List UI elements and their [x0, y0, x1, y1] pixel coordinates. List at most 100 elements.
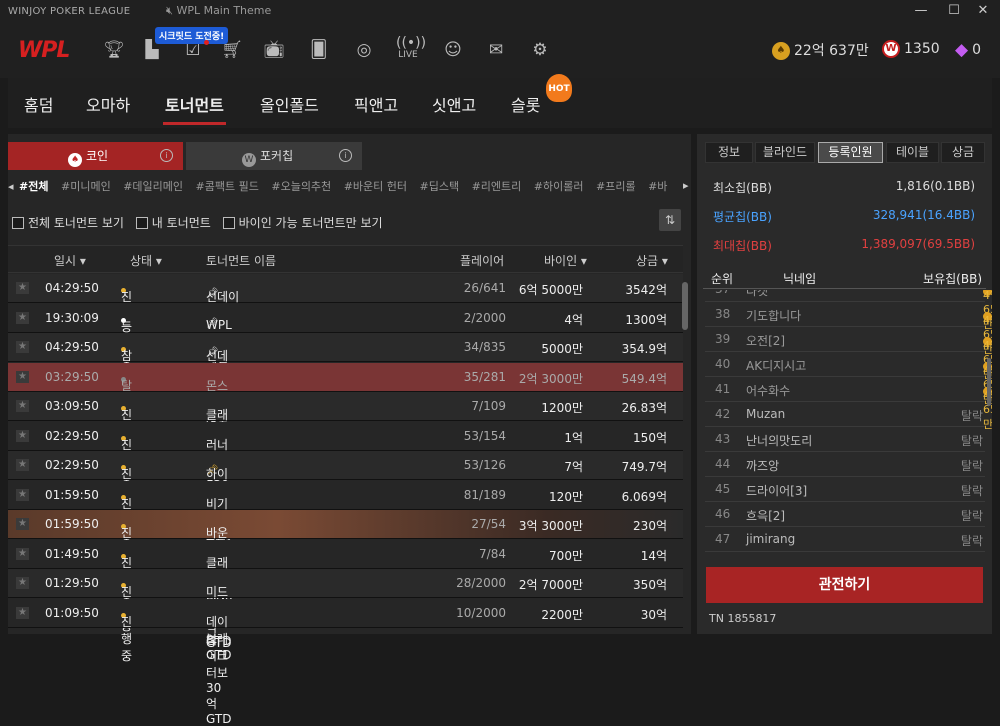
- mail-icon[interactable]: ✉: [484, 38, 508, 62]
- favorite-star-icon[interactable]: ★: [16, 459, 29, 471]
- checkbox-icon[interactable]: [135, 217, 148, 229]
- tv-icon[interactable]: 📺︎: [262, 38, 286, 62]
- player-row[interactable]: 38기도합니다4억 652만: [705, 302, 992, 356]
- favorite-star-icon[interactable]: ★: [16, 429, 29, 442]
- player-row[interactable]: 46 흐윽[2] 탈락: [705, 502, 985, 527]
- filter-tag[interactable]: #딥스택: [420, 180, 460, 193]
- media-status[interactable]: 🔇︎ WPL Main Theme: [166, 4, 271, 18]
- tab-tables[interactable]: 테이블: [886, 142, 939, 163]
- col-status[interactable]: 상태 ▾: [130, 252, 162, 269]
- col-time[interactable]: 일시 ▾: [54, 252, 86, 269]
- check-all-tournaments[interactable]: 전체 토너먼트 보기: [12, 216, 124, 230]
- tab-registered[interactable]: 등록인원: [818, 142, 883, 163]
- table-row[interactable]: ★03:09:50진행중클래식 터보 25억 GTD7/1091200만26.8…: [8, 392, 683, 502]
- check-my-tournaments[interactable]: 내 토너먼트: [135, 216, 211, 230]
- table-row[interactable]: ★01:49:50진행중클래식 터보 14억 GTD7/84700만14억: [8, 539, 683, 650]
- table-row[interactable]: ★19:30:09등록중📌︎WPL 데일리 메인 1,300억 GTD2/200…: [8, 303, 683, 411]
- filter-tag[interactable]: #데일리메인: [123, 180, 183, 193]
- settings-gear-icon[interactable]: ⚙: [528, 38, 552, 62]
- tab-blinds[interactable]: 블라인드: [755, 142, 815, 163]
- table-row[interactable]: ★04:29:50참가중📌︎선데이 미니 빌리언즈 250억 GTD34/835…: [8, 333, 683, 477]
- filter-tag[interactable]: #콤팩트 필드: [196, 180, 259, 193]
- player-row[interactable]: 43 난너의맛도리 탈락: [705, 427, 985, 452]
- gem-amount: 0: [972, 42, 981, 58]
- checkbox-icon[interactable]: [12, 217, 24, 229]
- challenge-badge[interactable]: 시크릿드 도전중!: [155, 27, 229, 44]
- table-scrollbar[interactable]: [682, 282, 688, 330]
- table-row[interactable]: ★02:29:50진행중러너러너 150억 GTD53/1541억150억: [8, 421, 683, 515]
- table-row[interactable]: ★03:29:50탈락몬스터 스택 400억 GTD35/2812억 3000만…: [8, 362, 683, 473]
- pokerchip-tab[interactable]: W 포커칩 i: [186, 142, 362, 170]
- filter-tag[interactable]: #프리롤: [596, 180, 636, 193]
- table-row[interactable]: ★01:59:50진행중바운티헌터 6-MAX 230억 GTD27/543억 …: [8, 510, 683, 648]
- table-row[interactable]: ★ 01:09:50 진행중 데이브레이크 터보 30억 GTD 10/2000 2200…: [8, 598, 683, 726]
- close-button[interactable]: ✕: [973, 3, 993, 21]
- player-row[interactable]: 42 Muzan 탈락: [705, 402, 985, 427]
- col-buyin[interactable]: 바이인 ▾: [544, 252, 587, 269]
- wcoin-balance[interactable]: W 1350: [882, 40, 940, 58]
- info-icon[interactable]: i: [339, 149, 352, 162]
- tab-sit-and-go[interactable]: 싯앤고: [432, 92, 476, 116]
- favorite-star-icon[interactable]: ★: [16, 282, 29, 294]
- filter-tag[interactable]: #하이롤러: [534, 180, 584, 193]
- row-players: 53/126: [463, 458, 506, 472]
- emoji-icon[interactable]: ☺: [441, 38, 465, 62]
- tab-tournament[interactable]: 토너먼트: [163, 92, 226, 125]
- favorite-star-icon[interactable]: ★: [16, 606, 29, 619]
- trophy-icon[interactable]: 🏆︎: [102, 38, 126, 62]
- gold-balance[interactable]: ♠ 22억 637만: [772, 40, 869, 60]
- favorite-star-icon[interactable]: ★: [16, 488, 29, 501]
- speaker-muted-icon[interactable]: 🔇︎: [166, 4, 173, 17]
- tab-slot[interactable]: 슬롯: [511, 92, 540, 116]
- cards-icon[interactable]: 🂠: [307, 38, 331, 62]
- scroll-right-icon[interactable]: ▸: [683, 179, 689, 192]
- shop-cart-icon[interactable]: 🛒︎: [220, 38, 244, 62]
- favorite-star-icon[interactable]: ★: [16, 577, 29, 589]
- player-row[interactable]: 47 jimirang 탈락: [705, 527, 985, 552]
- player-row[interactable]: 40AK디지시고4억 652만: [705, 352, 992, 406]
- minimize-button[interactable]: —: [911, 3, 931, 21]
- gem-balance[interactable]: ◆ 0: [955, 40, 981, 60]
- sort-settings-button[interactable]: ⇅: [659, 209, 681, 231]
- player-row[interactable]: 39오전[2]4억 652만: [705, 327, 992, 381]
- favorite-star-icon[interactable]: ★: [16, 341, 29, 353]
- favorite-star-icon[interactable]: ★: [16, 518, 29, 530]
- tab-omaha[interactable]: 오마하: [86, 92, 130, 116]
- check-buyin-available[interactable]: 바이인 가능 토너먼트만 보기: [222, 216, 383, 230]
- live-broadcast-icon[interactable]: ((•)) LIVE: [396, 36, 426, 62]
- filter-tag[interactable]: #미니메인: [61, 180, 111, 193]
- filter-tag[interactable]: #리엔트리: [472, 180, 522, 193]
- table-row[interactable]: ★01:29:50진행중미드나잇 350억 GTD28/20002억 7000만…: [8, 569, 683, 662]
- tab-info[interactable]: 정보: [705, 142, 753, 163]
- row-players: 28/2000: [456, 576, 506, 590]
- table-row[interactable]: ★04:29:50진행중📌︎선데이 빌리언즈 2,000억 GTD26/6416…: [8, 274, 683, 384]
- maximize-button[interactable]: ☐: [944, 3, 964, 21]
- tab-holdem[interactable]: 홈덤: [24, 92, 53, 116]
- player-row[interactable]: 45 드라이어[3] 탈락: [705, 477, 985, 502]
- player-row[interactable]: 41어수화수4억 652만: [705, 377, 992, 431]
- watch-button[interactable]: 관전하기: [706, 567, 983, 603]
- favorite-star-icon[interactable]: ★: [16, 547, 29, 560]
- table-row[interactable]: ★02:29:50진행중📌︎하이롤러 500억 GTD53/1267억749.7…: [8, 451, 683, 544]
- player-scrollbar[interactable]: [987, 358, 991, 406]
- player-row[interactable]: 37라켓4억 652만: [705, 290, 992, 331]
- checkbox-icon[interactable]: [222, 217, 235, 229]
- poker-chip-icon[interactable]: ◎: [352, 38, 376, 62]
- filter-tag[interactable]: #전체: [19, 180, 48, 193]
- table-row[interactable]: ★01:59:50진행중비기너즈 4억 GTD81/189120만6.069억: [8, 480, 683, 560]
- info-icon[interactable]: i: [160, 149, 173, 162]
- filter-tag[interactable]: #바운티 헌터: [344, 180, 407, 193]
- favorite-star-icon[interactable]: ★: [16, 370, 29, 383]
- scroll-left-icon[interactable]: ◂: [8, 180, 14, 193]
- filter-tag[interactable]: #바: [648, 180, 667, 193]
- tab-prize[interactable]: 상금: [941, 142, 985, 163]
- favorite-star-icon[interactable]: ★: [16, 311, 29, 324]
- coin-tab[interactable]: ♠ 코인 i: [8, 142, 183, 170]
- player-row[interactable]: 44 까즈앙 탈락: [705, 452, 985, 477]
- tab-pick-and-go[interactable]: 픽앤고: [354, 92, 398, 116]
- wpl-logo[interactable]: WPL: [18, 38, 70, 63]
- filter-tag[interactable]: #오늘의추천: [271, 180, 331, 193]
- tab-allin-fold[interactable]: 올인폴드: [260, 92, 319, 116]
- col-prize[interactable]: 상금 ▾: [636, 252, 668, 269]
- favorite-star-icon[interactable]: ★: [16, 400, 29, 412]
